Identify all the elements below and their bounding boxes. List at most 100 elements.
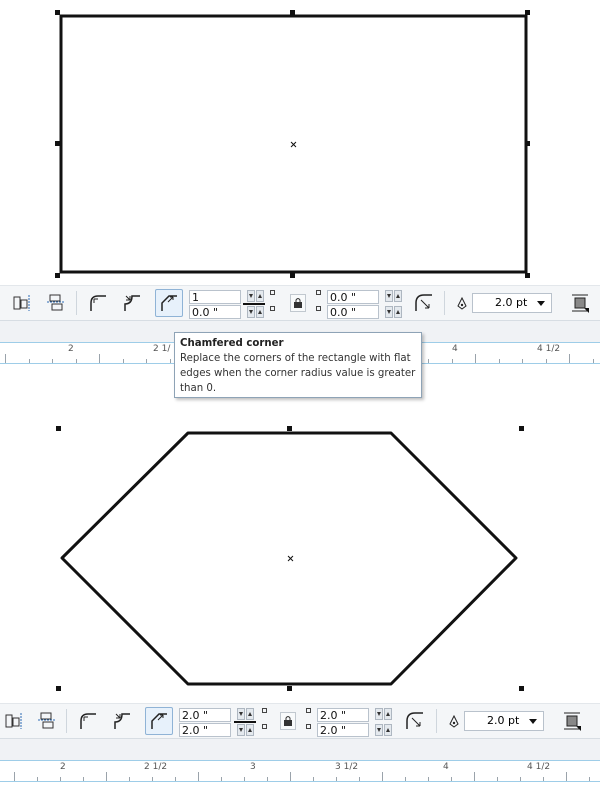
- corner-link-box[interactable]: [306, 724, 311, 729]
- ruler-tick: [543, 777, 544, 781]
- ruler-tick: [152, 777, 153, 781]
- offset-field-top[interactable]: 0.0 ": [327, 290, 379, 304]
- spin-down-button[interactable]: [237, 724, 245, 736]
- spin-down-button[interactable]: [385, 290, 393, 302]
- spin-down-button[interactable]: [375, 708, 383, 720]
- ruler-tick: [129, 777, 130, 781]
- spin-up-button[interactable]: [394, 290, 402, 302]
- spin-down-button[interactable]: [385, 306, 393, 318]
- ruler-tick: [313, 777, 314, 781]
- corner-link-box[interactable]: [306, 708, 311, 713]
- canvas-top[interactable]: [0, 0, 600, 282]
- round-corner-button[interactable]: [74, 707, 102, 735]
- ruler-tick: [106, 772, 107, 781]
- align-left-icon: [5, 713, 22, 729]
- corner-link-box[interactable]: [262, 708, 267, 713]
- scalloped-corner-button[interactable]: [108, 707, 136, 735]
- align-left-button[interactable]: [8, 289, 36, 317]
- canvas-bottom[interactable]: [0, 362, 600, 694]
- wrap-text-button[interactable]: [566, 289, 594, 317]
- spin-down-button[interactable]: [247, 306, 255, 318]
- selection-handle[interactable]: [287, 426, 292, 431]
- selection-handle[interactable]: [519, 686, 524, 691]
- tooltip-title: Chamfered corner: [180, 338, 284, 349]
- selection-handle[interactable]: [287, 686, 292, 691]
- outline-width-dropdown[interactable]: 2.0 pt: [472, 293, 552, 313]
- ruler-tick: [497, 777, 498, 781]
- ruler-tick: [451, 777, 452, 781]
- ruler-label: 3 1/2: [335, 762, 359, 772]
- corner-radius-field-2[interactable]: 2.0 ": [179, 723, 231, 737]
- selection-handle[interactable]: [56, 686, 61, 691]
- selection-handle[interactable]: [525, 273, 530, 278]
- scalloped-corner-button[interactable]: [118, 289, 146, 317]
- offset-field-bottom[interactable]: 0.0 ": [327, 305, 379, 319]
- ruler-tick: [336, 777, 337, 781]
- ruler-label: 4 1/2: [527, 762, 551, 772]
- spin-down-button[interactable]: [247, 290, 255, 302]
- ruler-tick: [290, 772, 291, 781]
- corner-link-box[interactable]: [270, 290, 275, 295]
- scalloped-corner-icon: [124, 295, 140, 311]
- align-left-button[interactable]: [0, 707, 28, 735]
- selection-handle[interactable]: [525, 10, 530, 15]
- scalloped-corner-icon: [114, 713, 130, 729]
- horizontal-ruler-bottom[interactable]: 2 2 1/2 3 3 1/2 4 4 1/2: [0, 760, 600, 782]
- ruler-tick: [198, 772, 199, 781]
- align-distribute-button[interactable]: [42, 289, 70, 317]
- ruler-tick: [244, 777, 245, 781]
- chamfered-corner-icon: [151, 713, 167, 729]
- selection-handle[interactable]: [55, 10, 60, 15]
- selection-handle[interactable]: [290, 273, 295, 278]
- spin-up-button[interactable]: [394, 306, 402, 318]
- corner-radius-field[interactable]: 1: [189, 290, 241, 304]
- pen-outline-icon: [457, 297, 467, 310]
- ruler-tick: [83, 777, 84, 781]
- ruler-tick: [428, 777, 429, 781]
- chamfered-corner-button[interactable]: [145, 707, 173, 735]
- lock-corners-button[interactable]: [280, 712, 296, 730]
- spin-up-button[interactable]: [384, 724, 392, 736]
- ruler-tick: [382, 772, 383, 781]
- chamfered-rectangle-shape[interactable]: [0, 362, 600, 694]
- spin-up-button[interactable]: [246, 708, 254, 720]
- selection-handle[interactable]: [525, 141, 530, 146]
- spin-down-button[interactable]: [375, 724, 383, 736]
- corner-radius-field-2[interactable]: 0.0 ": [189, 305, 241, 319]
- outline-width-value: 2.0 pt: [487, 714, 520, 727]
- spin-down-button[interactable]: [237, 708, 245, 720]
- selection-handle[interactable]: [56, 426, 61, 431]
- spin-up-button[interactable]: [246, 724, 254, 736]
- scale-corners-button[interactable]: [401, 707, 429, 735]
- selection-handle[interactable]: [290, 10, 295, 15]
- ruler-label: 4: [443, 762, 449, 772]
- field-underline: [234, 721, 256, 723]
- selection-handle[interactable]: [55, 273, 60, 278]
- align-distribute-icon: [38, 712, 56, 729]
- offset-field-top[interactable]: 2.0 ": [317, 708, 369, 722]
- lock-corners-button[interactable]: [290, 294, 306, 312]
- ruler-label: 2 1/2: [144, 762, 168, 772]
- corner-radius-field[interactable]: 2.0 ": [179, 708, 231, 722]
- spin-up-button[interactable]: [256, 306, 264, 318]
- chamfered-corner-button[interactable]: [155, 289, 183, 317]
- ruler-tick: [175, 777, 176, 781]
- spin-up-button[interactable]: [256, 290, 264, 302]
- ruler-tick: [221, 777, 222, 781]
- selection-handle[interactable]: [55, 141, 60, 146]
- outline-width-dropdown[interactable]: 2.0 pt: [464, 711, 544, 731]
- spin-up-button[interactable]: [384, 708, 392, 720]
- lock-icon: [284, 716, 292, 726]
- corner-link-box[interactable]: [270, 306, 275, 311]
- ruler-tick: [359, 777, 360, 781]
- offset-field-bottom[interactable]: 2.0 ": [317, 723, 369, 737]
- corner-link-box[interactable]: [262, 724, 267, 729]
- wrap-text-button[interactable]: [558, 707, 586, 735]
- selection-handle[interactable]: [519, 426, 524, 431]
- round-corner-button[interactable]: [84, 289, 112, 317]
- scale-corners-button[interactable]: [410, 289, 438, 317]
- corner-link-box[interactable]: [316, 290, 321, 295]
- corner-link-box[interactable]: [316, 306, 321, 311]
- rectangle-shape[interactable]: [0, 0, 600, 282]
- align-distribute-button[interactable]: [33, 707, 61, 735]
